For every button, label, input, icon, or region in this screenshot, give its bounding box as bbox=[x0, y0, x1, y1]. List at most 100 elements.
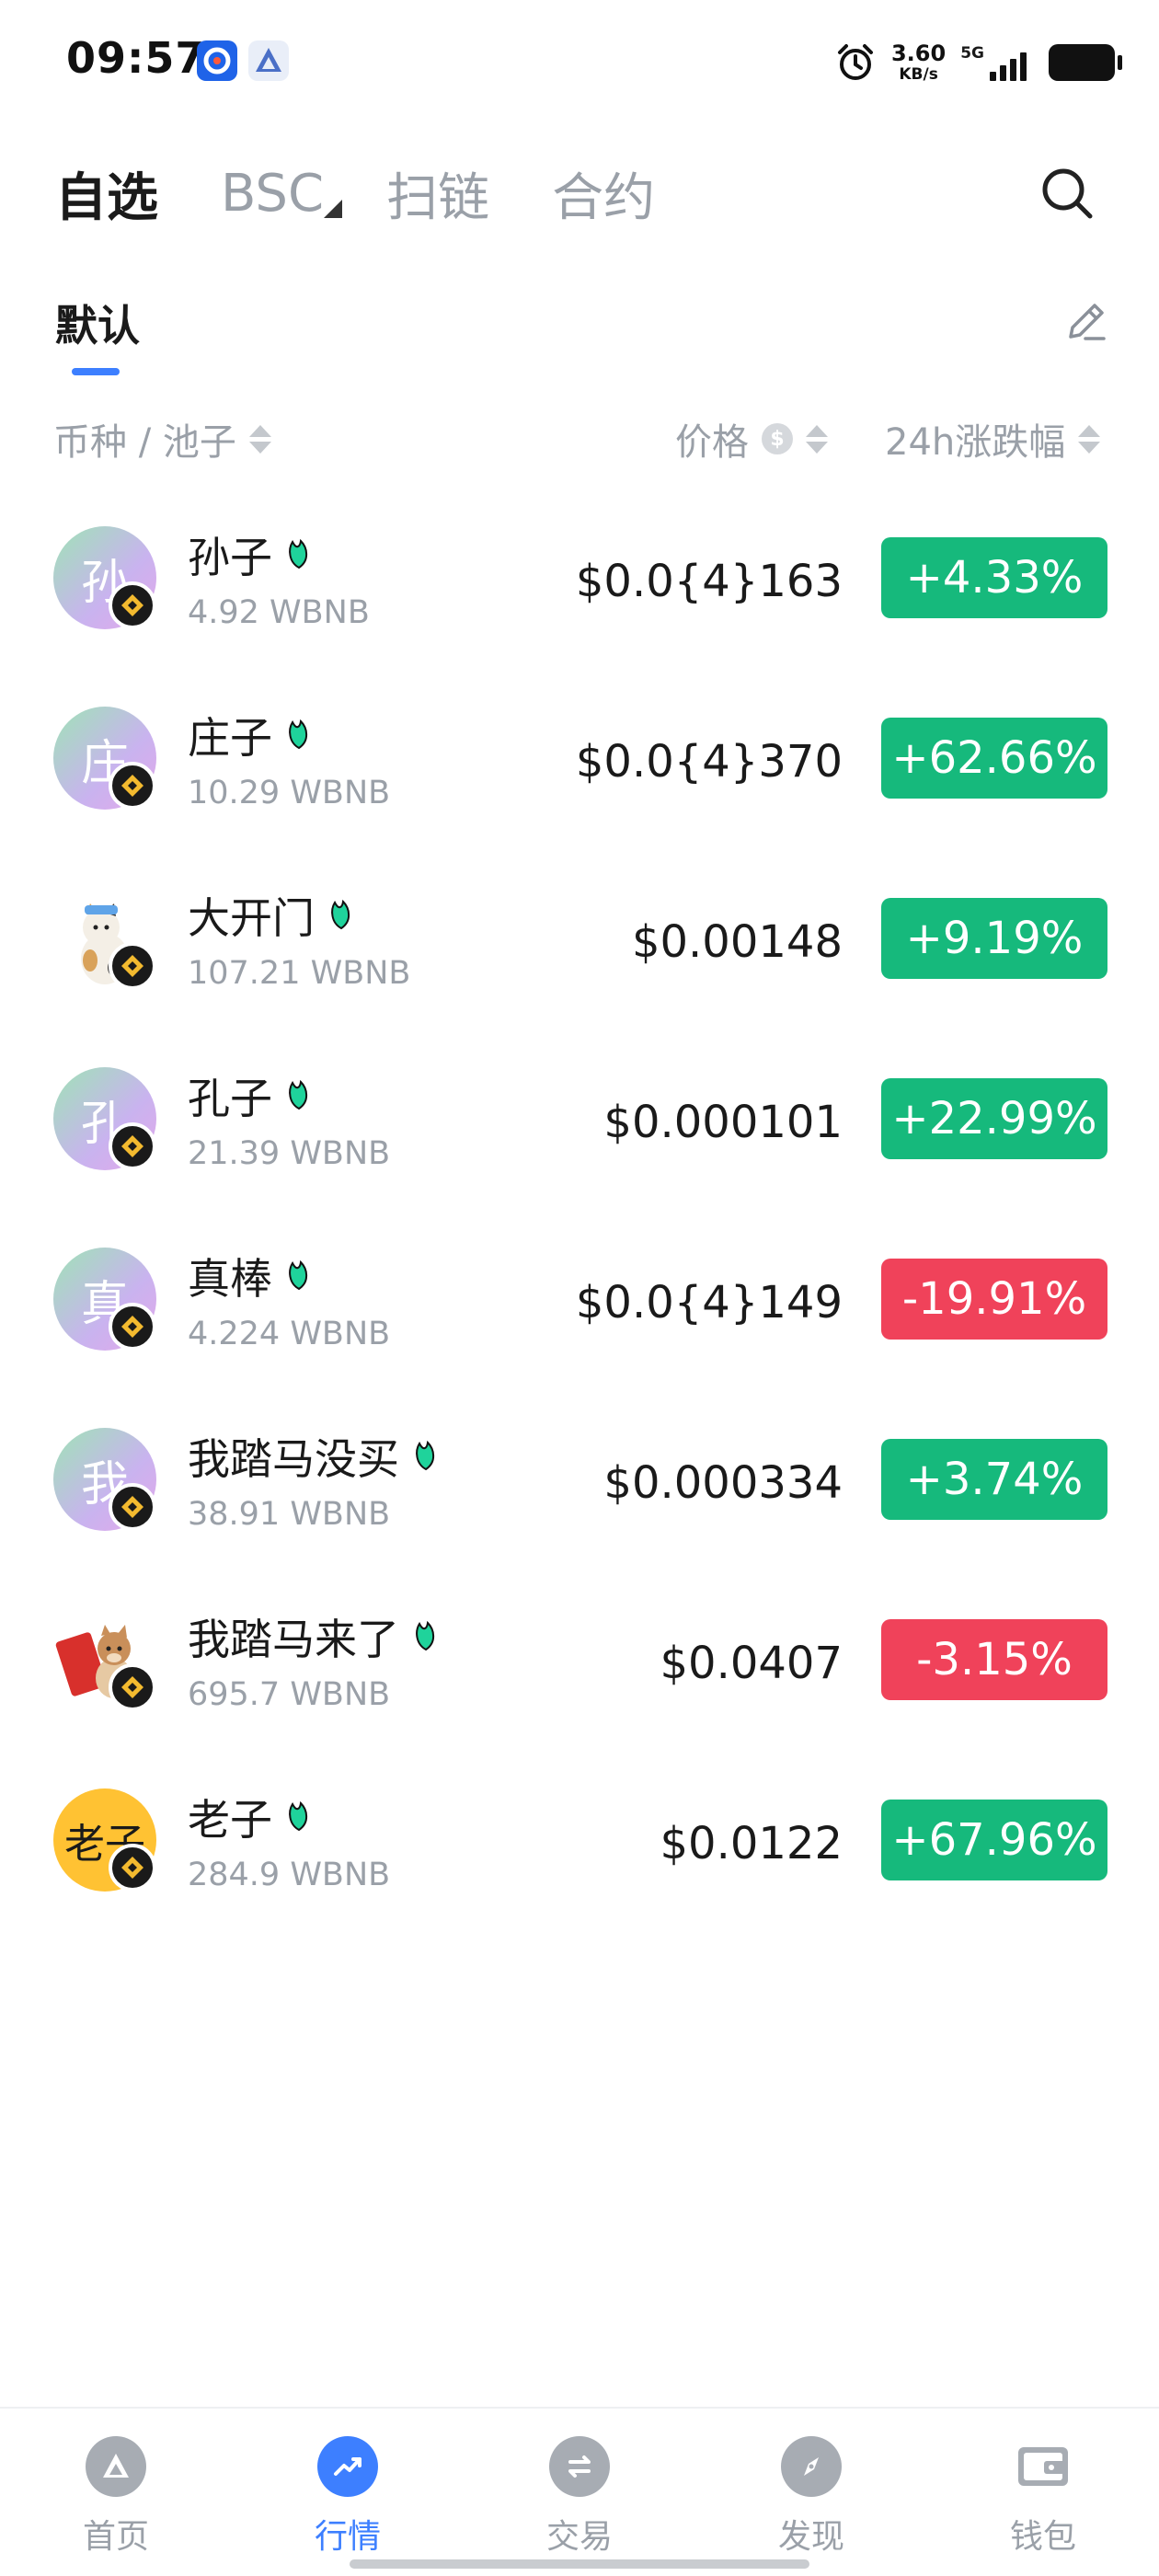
verified-leaf-icon bbox=[412, 1612, 440, 1662]
swap-icon bbox=[549, 2436, 610, 2497]
currency-toggle-icon[interactable]: $ bbox=[762, 423, 793, 454]
sort-arrows-icon bbox=[248, 424, 271, 454]
token-pool-size: 4.92 WBNB bbox=[188, 594, 370, 631]
sort-arrows-icon bbox=[1078, 424, 1101, 454]
network-speed: 3.60 KB/s bbox=[891, 42, 946, 83]
token-name-text: 真棒 bbox=[188, 1254, 272, 1304]
tab-contract[interactable]: 合约 bbox=[552, 156, 655, 231]
token-row[interactable]: 庄 庄子 10.29 WBNB $0.0{4}370 +62.66% bbox=[0, 670, 1159, 850]
verified-leaf-icon bbox=[412, 1432, 440, 1481]
compass-icon bbox=[781, 2436, 842, 2497]
price-change-badge[interactable]: +67.96% bbox=[881, 1800, 1107, 1880]
verified-leaf-icon bbox=[285, 710, 313, 760]
token-price: $0.0{4}370 bbox=[575, 736, 843, 788]
token-row[interactable]: 大开门 107.21 WBNB $0.00148 +9.19% bbox=[0, 850, 1159, 1030]
nav-market[interactable]: 行情 bbox=[274, 2436, 421, 2558]
nav-discover-label: 发现 bbox=[777, 2518, 844, 2556]
home-icon bbox=[86, 2436, 146, 2497]
nav-home[interactable]: 首页 bbox=[42, 2436, 189, 2558]
nav-discover[interactable]: 发现 bbox=[738, 2436, 885, 2558]
nav-trade-label: 交易 bbox=[545, 2518, 613, 2556]
price-change-badge[interactable]: +22.99% bbox=[881, 1078, 1107, 1159]
token-price: $0.00148 bbox=[631, 916, 843, 968]
bottom-nav: 首页 行情 交易 发现 钱包 bbox=[0, 2407, 1159, 2576]
token-pool-size: 695.7 WBNB bbox=[188, 1676, 391, 1713]
column-change-label: 24h涨跌幅 bbox=[885, 421, 1066, 464]
bnb-chain-icon bbox=[109, 942, 156, 990]
token-row[interactable]: 孙 孙子 4.92 WBNB $0.0{4}163 +4.33% bbox=[0, 489, 1159, 670]
token-name-text: 老子 bbox=[188, 1795, 272, 1845]
home-indicator[interactable] bbox=[350, 2559, 809, 2569]
token-name: 真棒 bbox=[188, 1246, 313, 1306]
nav-trade[interactable]: 交易 bbox=[506, 2436, 653, 2558]
token-row[interactable]: 我踏马来了 695.7 WBNB $0.0407 -3.15% bbox=[0, 1571, 1159, 1752]
wallet-app-notification-icon bbox=[248, 40, 289, 81]
token-row[interactable]: 真 真棒 4.224 WBNB $0.0{4}149 -19.91% bbox=[0, 1211, 1159, 1391]
edit-watchlist-button[interactable] bbox=[1060, 296, 1111, 348]
token-price: $0.0{4}149 bbox=[575, 1277, 843, 1328]
price-change-badge[interactable]: +62.66% bbox=[881, 718, 1107, 799]
verified-leaf-icon bbox=[285, 1792, 313, 1842]
market-trend-icon bbox=[317, 2436, 378, 2497]
price-change-badge[interactable]: -19.91% bbox=[881, 1259, 1107, 1340]
tab-bsc-label: BSC bbox=[221, 163, 325, 224]
search-icon bbox=[1042, 168, 1093, 219]
token-pool-size: 21.39 WBNB bbox=[188, 1135, 391, 1172]
token-name: 孔子 bbox=[188, 1065, 313, 1126]
verified-leaf-icon bbox=[285, 1251, 313, 1301]
price-change-badge[interactable]: +3.74% bbox=[881, 1439, 1107, 1520]
sort-by-price[interactable]: 价格 $ bbox=[675, 416, 828, 464]
bnb-chain-icon bbox=[109, 1663, 156, 1711]
dropdown-caret-icon bbox=[324, 199, 343, 218]
nav-wallet[interactable]: 钱包 bbox=[970, 2436, 1117, 2558]
bnb-chain-icon bbox=[109, 1483, 156, 1531]
top-tabs: 自选 BSC 扫链 合约 bbox=[55, 156, 1104, 230]
cell-signal-icon: 5G bbox=[960, 44, 1027, 81]
bnb-chain-icon bbox=[109, 1303, 156, 1351]
nav-market-label: 行情 bbox=[314, 2518, 381, 2556]
token-name: 庄子 bbox=[188, 705, 313, 765]
tab-watchlist[interactable]: 自选 bbox=[55, 156, 158, 231]
status-time: 09:57 bbox=[66, 33, 206, 83]
nav-wallet-label: 钱包 bbox=[1009, 2518, 1076, 2556]
search-button[interactable] bbox=[1030, 156, 1104, 230]
alarm-icon bbox=[837, 44, 873, 80]
token-price: $0.0407 bbox=[660, 1638, 843, 1689]
price-change-badge[interactable]: -3.15% bbox=[881, 1619, 1107, 1700]
token-name-text: 孔子 bbox=[188, 1074, 272, 1123]
token-name-text: 孙子 bbox=[188, 533, 272, 582]
network-speed-unit: KB/s bbox=[899, 65, 938, 84]
token-price: $0.000101 bbox=[603, 1097, 843, 1148]
token-row[interactable]: 老子 老子 284.9 WBNB $0.0122 +67.96% bbox=[0, 1752, 1159, 1932]
network-type: 5G bbox=[960, 44, 984, 63]
sort-by-24h-change[interactable]: 24h涨跌幅 bbox=[885, 416, 1101, 464]
token-name: 大开门 bbox=[188, 885, 355, 946]
app-notification-icon bbox=[197, 40, 237, 81]
tab-bsc[interactable]: BSC bbox=[221, 163, 343, 224]
verified-leaf-icon bbox=[327, 891, 355, 940]
battery-icon bbox=[1049, 44, 1122, 81]
column-price-label: 价格 bbox=[675, 421, 749, 464]
price-change-badge[interactable]: +9.19% bbox=[881, 898, 1107, 979]
token-row[interactable]: 孔 孔子 21.39 WBNB $0.000101 +22.99% bbox=[0, 1030, 1159, 1211]
bnb-chain-icon bbox=[109, 581, 156, 629]
tab-scan-chain[interactable]: 扫链 bbox=[386, 156, 489, 231]
token-pool-size: 107.21 WBNB bbox=[188, 955, 411, 992]
token-row[interactable]: 我 我踏马没买 38.91 WBNB $0.000334 +3.74% bbox=[0, 1391, 1159, 1571]
token-price: $0.000334 bbox=[603, 1457, 843, 1509]
group-tab-default[interactable]: 默认 bbox=[55, 293, 140, 353]
sort-arrows-icon bbox=[806, 424, 828, 454]
sort-by-token-pool[interactable]: 币种 / 池子 bbox=[53, 416, 271, 464]
verified-leaf-icon bbox=[285, 1071, 313, 1121]
price-change-badge[interactable]: +4.33% bbox=[881, 537, 1107, 618]
edit-pencil-icon bbox=[1069, 304, 1106, 340]
status-bar: 09:57 3.60 KB/s 5G bbox=[0, 0, 1159, 129]
status-indicators: 3.60 KB/s 5G bbox=[834, 37, 1122, 88]
column-token-pool-label: 币种 / 池子 bbox=[53, 421, 236, 464]
active-tab-indicator bbox=[72, 368, 120, 375]
token-pool-size: 4.224 WBNB bbox=[188, 1316, 391, 1352]
wallet-icon bbox=[1013, 2436, 1073, 2497]
token-name-text: 大开门 bbox=[188, 893, 315, 943]
verified-leaf-icon bbox=[285, 530, 313, 580]
nav-home-label: 首页 bbox=[82, 2518, 149, 2556]
